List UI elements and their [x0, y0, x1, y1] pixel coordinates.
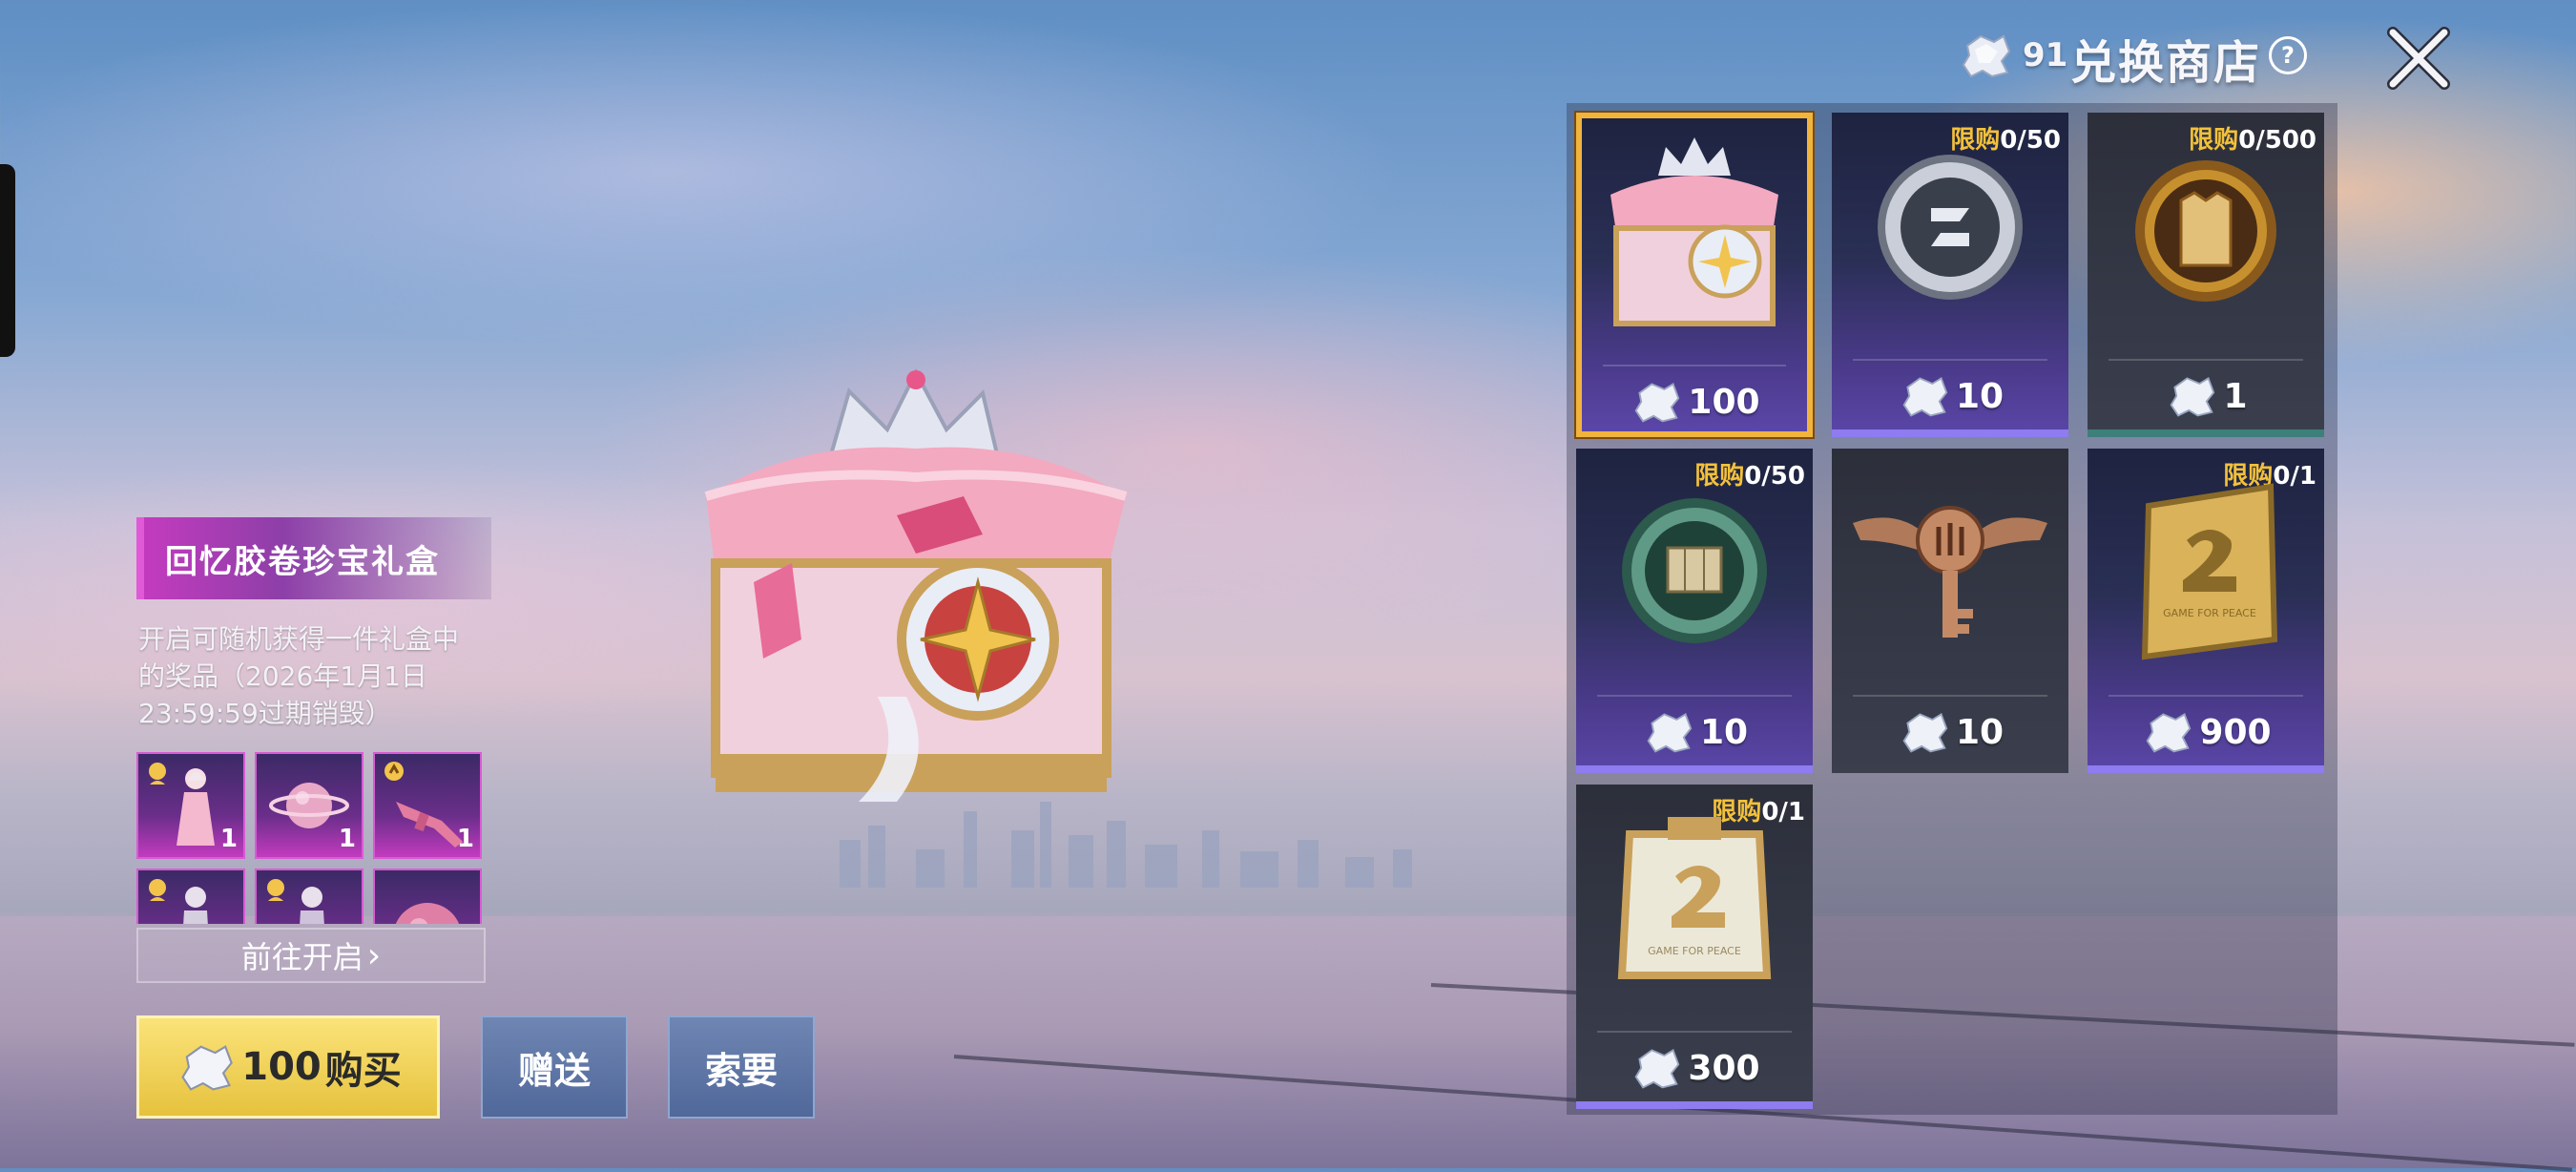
price-value: 900 — [2199, 712, 2272, 752]
price-value: 300 — [1688, 1048, 1760, 1088]
puzzle-gem-icon — [2146, 713, 2192, 753]
green-map-coin-icon — [1622, 498, 1767, 643]
currency-value: 91 — [2023, 36, 2068, 74]
price-value: 1 — [2223, 376, 2248, 416]
currency-display: 91 — [1956, 29, 2067, 82]
item-title: 回忆胶卷珍宝礼盒 — [165, 542, 440, 581]
item-price: 10 — [1832, 363, 2068, 429]
prize-count: 1 — [219, 825, 238, 853]
divider — [2109, 359, 2303, 361]
buy-button[interactable]: 100 购买 — [136, 1015, 440, 1119]
go-open-link[interactable]: 前往开启 › — [136, 928, 486, 983]
prize-slot[interactable] — [136, 869, 245, 924]
prize-slot[interactable] — [255, 869, 364, 924]
prize-slot[interactable]: 1 — [373, 752, 482, 859]
price-value: 10 — [1699, 712, 1749, 752]
shop-item-card[interactable]: 限购0/500 1 — [2088, 113, 2324, 437]
item-price: 1 — [2088, 363, 2324, 429]
item-title-banner: 回忆胶卷珍宝礼盒 — [136, 517, 491, 599]
item-price: 900 — [2088, 699, 2324, 765]
buy-price: 100 — [241, 1045, 322, 1089]
card-footer-bar — [1832, 429, 2068, 437]
price-value: 10 — [1955, 712, 2005, 752]
item-description: 开启可随机获得一件礼盒中的奖品（2026年1月1日23:59:59过期销毁） — [138, 623, 460, 729]
item-price: 10 — [1576, 699, 1813, 765]
bronze-winged-key-icon — [1853, 506, 2047, 638]
card-footer-bar — [2088, 765, 2324, 773]
chevron-right-icon: › — [366, 935, 382, 975]
price-value: 100 — [1688, 382, 1760, 422]
puzzle-gem-icon — [1902, 713, 1948, 753]
gift-button[interactable]: 赠送 — [481, 1015, 628, 1119]
treasure-chest-image — [704, 367, 1128, 802]
treasure-chest-icon — [1610, 137, 1778, 326]
shop-item-card[interactable]: 限购0/1 GAME FOR PEACE 900 — [2088, 449, 2324, 773]
puzzle-gem-icon — [181, 1045, 234, 1091]
divider — [1597, 1031, 1792, 1033]
shop-item-card[interactable]: 限购0/1 GAME FOR PEACE 300 — [1576, 785, 1813, 1109]
go-open-label: 前往开启 — [240, 939, 364, 975]
puzzle-gem-icon — [1902, 377, 1948, 417]
help-icon[interactable]: ? — [2269, 36, 2307, 74]
divider — [1603, 365, 1786, 366]
prize-count: 1 — [338, 825, 356, 853]
gold-vest-coin-icon — [2135, 160, 2276, 302]
card-footer-bar — [2088, 429, 2324, 437]
card-footer-bar — [1576, 765, 1813, 773]
price-value: 10 — [1955, 376, 2005, 416]
puzzle-gem-icon — [2171, 377, 2215, 417]
puzzle-gem-icon — [1647, 713, 1693, 753]
shop-item-card[interactable]: 10 — [1832, 449, 2068, 773]
divider — [1597, 695, 1792, 697]
divider — [1853, 359, 2047, 361]
prize-slot[interactable] — [373, 869, 482, 924]
prize-list[interactable]: 1 1 1 — [136, 752, 486, 924]
prize-slot[interactable]: 1 — [255, 752, 364, 859]
item-price: 10 — [1832, 699, 2068, 765]
badge-text: GAME FOR PEACE — [2163, 607, 2256, 619]
puzzle-gem-icon — [1962, 34, 2011, 78]
badge-text: GAME FOR PEACE — [1648, 945, 1741, 957]
pink-sphere-icon — [395, 903, 460, 924]
puzzle-gem-icon — [1634, 383, 1680, 423]
divider — [2109, 695, 2303, 697]
character-outfit-icon — [149, 879, 208, 924]
character-outfit-icon — [267, 879, 324, 924]
puzzle-gem-icon — [1634, 1049, 1680, 1089]
gold-badge-icon: GAME FOR PEACE — [2141, 483, 2278, 660]
prize-count: 1 — [456, 825, 474, 853]
item-price: 300 — [1576, 1035, 1813, 1101]
silver-coin-icon — [1878, 155, 2023, 300]
page-title: 兑换商店 — [2070, 36, 2262, 90]
item-price: 100 — [1582, 368, 1807, 431]
side-drawer-tab[interactable] — [0, 164, 15, 357]
close-icon[interactable] — [2385, 25, 2452, 92]
shop-item-card[interactable]: 限购0/50 10 — [1832, 113, 2068, 437]
divider — [1853, 695, 2047, 697]
request-button[interactable]: 索要 — [668, 1015, 815, 1119]
buy-label: 购买 — [324, 1049, 402, 1093]
shop-item-card[interactable]: 100 — [1576, 113, 1813, 437]
card-footer-bar — [1576, 1101, 1813, 1109]
shop-item-card[interactable]: 限购0/50 10 — [1576, 449, 1813, 773]
prize-slot[interactable]: 1 — [136, 752, 245, 859]
silver-gold-badge-icon: GAME FOR PEACE — [1617, 817, 1772, 979]
